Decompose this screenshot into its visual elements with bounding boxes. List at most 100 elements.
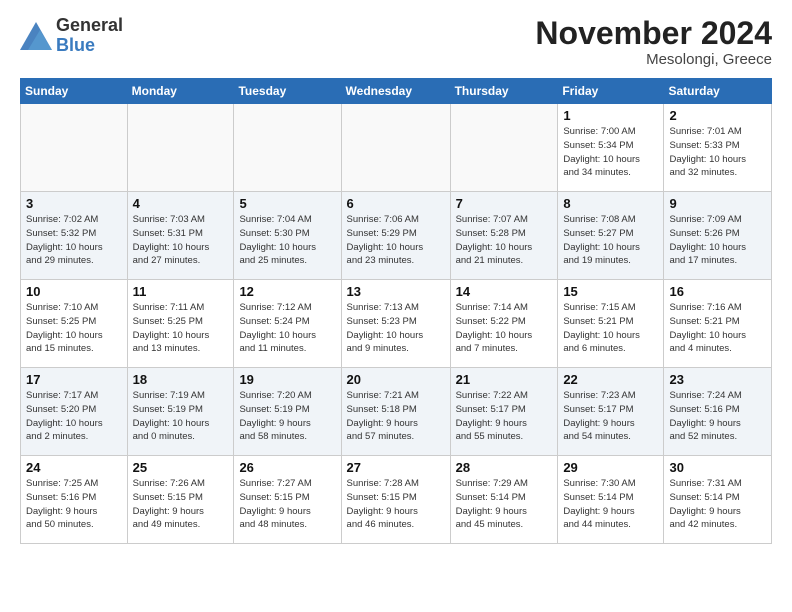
day-info: Sunrise: 7:03 AM Sunset: 5:31 PM Dayligh… — [133, 213, 229, 268]
day-info: Sunrise: 7:11 AM Sunset: 5:25 PM Dayligh… — [133, 301, 229, 356]
day-number: 28 — [456, 460, 553, 475]
day-info: Sunrise: 7:01 AM Sunset: 5:33 PM Dayligh… — [669, 125, 766, 180]
calendar-empty-cell — [21, 104, 128, 192]
day-number: 1 — [563, 108, 658, 123]
day-number: 24 — [26, 460, 122, 475]
day-number: 27 — [347, 460, 445, 475]
calendar-day-13: 13Sunrise: 7:13 AM Sunset: 5:23 PM Dayli… — [341, 280, 450, 368]
day-number: 21 — [456, 372, 553, 387]
day-info: Sunrise: 7:15 AM Sunset: 5:21 PM Dayligh… — [563, 301, 658, 356]
page-header: General Blue November 2024 Mesolongi, Gr… — [20, 16, 772, 68]
day-info: Sunrise: 7:12 AM Sunset: 5:24 PM Dayligh… — [239, 301, 335, 356]
day-info: Sunrise: 7:09 AM Sunset: 5:26 PM Dayligh… — [669, 213, 766, 268]
calendar-day-18: 18 Sunrise: 7:19 AM Sunset: 5:19 PM Dayli… — [127, 368, 234, 456]
calendar-day-21: 21 Sunrise: 7:22 AM Sunset: 5:17 PM Dayli… — [450, 368, 558, 456]
day-number: 9 — [669, 196, 766, 211]
calendar-day-4: 4 Sunrise: 7:03 AM Sunset: 5:31 PM Daylig… — [127, 192, 234, 280]
day-number: 6 — [347, 196, 445, 211]
calendar-day-7: 7 Sunrise: 7:07 AM Sunset: 5:28 PM Daylig… — [450, 192, 558, 280]
calendar-day-28: 28 Sunrise: 7:29 AM Sunset: 5:14 PM Dayli… — [450, 456, 558, 544]
calendar-day-14: 14 Sunrise: 7:14 AM Sunset: 5:22 PM Dayli… — [450, 280, 558, 368]
day-number: 10 — [26, 284, 122, 299]
day-number: 29 — [563, 460, 658, 475]
day-info: Sunrise: 7:21 AM Sunset: 5:18 PM Dayligh… — [347, 389, 445, 444]
day-header-thursday: Thursday — [450, 79, 558, 104]
calendar-day-24: 24 Sunrise: 7:25 AM Sunset: 5:16 PM Dayli… — [21, 456, 128, 544]
logo-blue: Blue — [56, 35, 95, 55]
day-number: 18 — [133, 372, 229, 387]
day-info: Sunrise: 7:24 AM Sunset: 5:16 PM Dayligh… — [669, 389, 766, 444]
calendar-day-6: 6Sunrise: 7:06 AM Sunset: 5:29 PM Daylig… — [341, 192, 450, 280]
day-info: Sunrise: 7:25 AM Sunset: 5:16 PM Dayligh… — [26, 477, 122, 532]
day-number: 26 — [239, 460, 335, 475]
calendar-day-25: 25 Sunrise: 7:26 AM Sunset: 5:15 PM Dayli… — [127, 456, 234, 544]
day-number: 23 — [669, 372, 766, 387]
day-info: Sunrise: 7:23 AM Sunset: 5:17 PM Dayligh… — [563, 389, 658, 444]
logo-icon — [20, 22, 52, 50]
calendar-day-15: 15 Sunrise: 7:15 AM Sunset: 5:21 PM Dayli… — [558, 280, 664, 368]
calendar-day-11: 11Sunrise: 7:11 AM Sunset: 5:25 PM Dayli… — [127, 280, 234, 368]
location: Mesolongi, Greece — [535, 51, 772, 68]
day-info: Sunrise: 7:31 AM Sunset: 5:14 PM Dayligh… — [669, 477, 766, 532]
day-number: 19 — [239, 372, 335, 387]
day-header-tuesday: Tuesday — [234, 79, 341, 104]
logo-text: General Blue — [56, 16, 123, 56]
day-number: 25 — [133, 460, 229, 475]
calendar-day-17: 17Sunrise: 7:17 AM Sunset: 5:20 PM Dayli… — [21, 368, 128, 456]
calendar-empty-cell — [234, 104, 341, 192]
day-number: 4 — [133, 196, 229, 211]
calendar-day-2: 2 Sunrise: 7:01 AM Sunset: 5:33 PM Daylig… — [664, 104, 772, 192]
logo-general: General — [56, 15, 123, 35]
calendar-day-10: 10 Sunrise: 7:10 AM Sunset: 5:25 PM Dayli… — [21, 280, 128, 368]
calendar-day-30: 30Sunrise: 7:31 AM Sunset: 5:14 PM Dayli… — [664, 456, 772, 544]
calendar-page: General Blue November 2024 Mesolongi, Gr… — [0, 0, 792, 554]
calendar-day-27: 27Sunrise: 7:28 AM Sunset: 5:15 PM Dayli… — [341, 456, 450, 544]
day-info: Sunrise: 7:00 AM Sunset: 5:34 PM Dayligh… — [563, 125, 658, 180]
day-info: Sunrise: 7:22 AM Sunset: 5:17 PM Dayligh… — [456, 389, 553, 444]
day-number: 12 — [239, 284, 335, 299]
day-info: Sunrise: 7:07 AM Sunset: 5:28 PM Dayligh… — [456, 213, 553, 268]
logo: General Blue — [20, 16, 123, 56]
calendar-week-row: 1 Sunrise: 7:00 AM Sunset: 5:34 PM Daylig… — [21, 104, 772, 192]
calendar-empty-cell — [127, 104, 234, 192]
calendar-empty-cell — [450, 104, 558, 192]
day-info: Sunrise: 7:10 AM Sunset: 5:25 PM Dayligh… — [26, 301, 122, 356]
calendar-week-row: 17Sunrise: 7:17 AM Sunset: 5:20 PM Dayli… — [21, 368, 772, 456]
day-number: 15 — [563, 284, 658, 299]
day-number: 13 — [347, 284, 445, 299]
calendar-day-9: 9 Sunrise: 7:09 AM Sunset: 5:26 PM Daylig… — [664, 192, 772, 280]
day-number: 7 — [456, 196, 553, 211]
day-info: Sunrise: 7:04 AM Sunset: 5:30 PM Dayligh… — [239, 213, 335, 268]
day-number: 22 — [563, 372, 658, 387]
day-info: Sunrise: 7:27 AM Sunset: 5:15 PM Dayligh… — [239, 477, 335, 532]
calendar-week-row: 10 Sunrise: 7:10 AM Sunset: 5:25 PM Dayli… — [21, 280, 772, 368]
calendar-day-1: 1 Sunrise: 7:00 AM Sunset: 5:34 PM Daylig… — [558, 104, 664, 192]
title-block: November 2024 Mesolongi, Greece — [535, 16, 772, 68]
day-info: Sunrise: 7:08 AM Sunset: 5:27 PM Dayligh… — [563, 213, 658, 268]
day-number: 20 — [347, 372, 445, 387]
day-info: Sunrise: 7:19 AM Sunset: 5:19 PM Dayligh… — [133, 389, 229, 444]
day-info: Sunrise: 7:20 AM Sunset: 5:19 PM Dayligh… — [239, 389, 335, 444]
calendar-week-row: 3Sunrise: 7:02 AM Sunset: 5:32 PM Daylig… — [21, 192, 772, 280]
day-info: Sunrise: 7:02 AM Sunset: 5:32 PM Dayligh… — [26, 213, 122, 268]
day-number: 8 — [563, 196, 658, 211]
calendar-week-row: 24 Sunrise: 7:25 AM Sunset: 5:16 PM Dayli… — [21, 456, 772, 544]
calendar-day-23: 23 Sunrise: 7:24 AM Sunset: 5:16 PM Dayli… — [664, 368, 772, 456]
day-number: 2 — [669, 108, 766, 123]
calendar-table: SundayMondayTuesdayWednesdayThursdayFrid… — [20, 78, 772, 544]
day-info: Sunrise: 7:17 AM Sunset: 5:20 PM Dayligh… — [26, 389, 122, 444]
day-info: Sunrise: 7:29 AM Sunset: 5:14 PM Dayligh… — [456, 477, 553, 532]
calendar-day-3: 3Sunrise: 7:02 AM Sunset: 5:32 PM Daylig… — [21, 192, 128, 280]
day-number: 14 — [456, 284, 553, 299]
calendar-header-row: SundayMondayTuesdayWednesdayThursdayFrid… — [21, 79, 772, 104]
month-title: November 2024 — [535, 16, 772, 51]
day-header-monday: Monday — [127, 79, 234, 104]
calendar-day-22: 22 Sunrise: 7:23 AM Sunset: 5:17 PM Dayli… — [558, 368, 664, 456]
calendar-day-26: 26 Sunrise: 7:27 AM Sunset: 5:15 PM Dayli… — [234, 456, 341, 544]
calendar-day-5: 5Sunrise: 7:04 AM Sunset: 5:30 PM Daylig… — [234, 192, 341, 280]
day-header-friday: Friday — [558, 79, 664, 104]
day-info: Sunrise: 7:26 AM Sunset: 5:15 PM Dayligh… — [133, 477, 229, 532]
day-info: Sunrise: 7:16 AM Sunset: 5:21 PM Dayligh… — [669, 301, 766, 356]
day-header-sunday: Sunday — [21, 79, 128, 104]
day-info: Sunrise: 7:14 AM Sunset: 5:22 PM Dayligh… — [456, 301, 553, 356]
